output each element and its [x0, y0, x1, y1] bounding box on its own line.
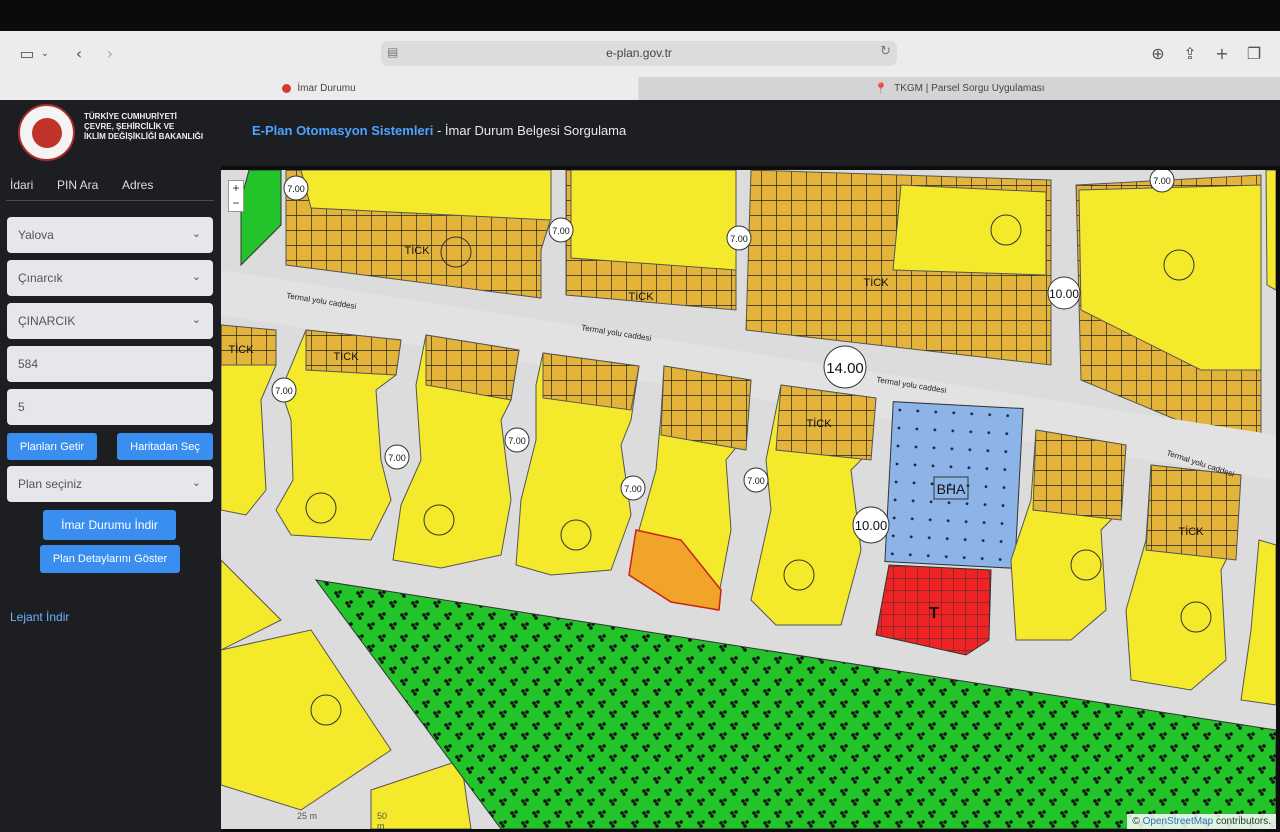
svg-text:BHA: BHA [937, 481, 966, 497]
svg-text:T: T [929, 605, 939, 622]
sidebar: İdari PIN Ara Adres Yalova ⌄ Çınarcık ⌄ … [0, 166, 221, 832]
svg-text:TİCK: TİCK [1178, 525, 1204, 538]
get-plans-button[interactable]: Planları Getir [7, 433, 97, 460]
browser-tab-bar: İmar Durumu 📍 TKGM | Parsel Sorgu Uygula… [0, 77, 1280, 100]
chevron-down-icon: ⌄ [191, 476, 201, 489]
back-icon[interactable]: ‹ [66, 41, 92, 65]
svg-text:TİCK: TİCK [863, 276, 889, 289]
zoom-out-icon[interactable]: − [229, 196, 243, 211]
select-from-map-button[interactable]: Haritadan Seç [117, 433, 213, 460]
browser-toolbar: ▭ ⌄ ‹ › ▤ e-plan.gov.tr ↻ ⊕ ⇪ + ❐ [0, 31, 1280, 78]
svg-text:7.00: 7.00 [1153, 176, 1171, 186]
sidebar-toggle-icon[interactable]: ▭ [14, 41, 40, 65]
tab-tkgm[interactable]: 📍 TKGM | Parsel Sorgu Uygulaması [639, 77, 1280, 100]
page-title: E-Plan Otomasyon Sistemleri - İmar Durum… [252, 123, 627, 138]
download-icon[interactable]: ⊕ [1145, 41, 1171, 65]
svg-text:7.00: 7.00 [552, 226, 570, 236]
svg-text:7.00: 7.00 [747, 476, 765, 486]
app-header: TÜRKİYE CUMHURİYETİ ÇEVRE, ŞEHİRCİLİK VE… [0, 100, 1280, 166]
province-select[interactable]: Yalova ⌄ [7, 217, 213, 253]
svg-text:10.00: 10.00 [855, 518, 888, 533]
svg-text:7.00: 7.00 [624, 484, 642, 494]
parcel-input[interactable]: 5 [7, 389, 213, 425]
forward-icon[interactable]: › [97, 41, 123, 65]
tab-pin-ara[interactable]: PIN Ara [57, 178, 98, 192]
url-bar[interactable]: ▤ e-plan.gov.tr ↻ [381, 41, 897, 66]
block-input[interactable]: 584 [7, 346, 213, 382]
plan-map[interactable]: 7.00 7.00 7.00 10.00 14.00 10.00 7.00 7.… [221, 170, 1276, 829]
chevron-down-icon: ⌄ [191, 313, 201, 326]
download-imar-button[interactable]: İmar Durumu İndir [43, 510, 176, 540]
favicon-icon [282, 84, 292, 93]
tab-idari[interactable]: İdari [10, 178, 33, 192]
scale-bar: 25 m 50 m [297, 811, 388, 829]
tab-adres[interactable]: Adres [122, 178, 153, 192]
tab-overview-icon[interactable]: ❐ [1241, 41, 1267, 65]
zoom-control[interactable]: + − [228, 180, 244, 212]
svg-text:TİCK: TİCK [404, 244, 430, 257]
svg-text:7.00: 7.00 [388, 453, 406, 463]
svg-text:TİCK: TİCK [228, 343, 254, 356]
chevron-down-icon[interactable]: ⌄ [38, 41, 52, 65]
chevron-down-icon: ⌄ [191, 227, 201, 240]
svg-text:14.00: 14.00 [826, 360, 864, 377]
reload-icon[interactable]: ↻ [880, 44, 891, 59]
download-legend-link[interactable]: Lejant İndir [10, 610, 69, 624]
svg-text:TİCK: TİCK [333, 350, 359, 363]
share-icon[interactable]: ⇪ [1177, 41, 1203, 65]
neighborhood-select[interactable]: ÇINARCIK ⌄ [7, 303, 213, 339]
svg-text:7.00: 7.00 [508, 436, 526, 446]
district-select[interactable]: Çınarcık ⌄ [7, 260, 213, 296]
ministry-logo [18, 104, 75, 161]
tab-label: İmar Durumu [297, 83, 356, 94]
residential-parcel [570, 170, 737, 271]
chevron-down-icon: ⌄ [191, 270, 201, 283]
tab-label: TKGM | Parsel Sorgu Uygulaması [894, 83, 1045, 94]
svg-text:7.00: 7.00 [275, 386, 293, 396]
osm-link[interactable]: OpenStreetMap [1143, 816, 1214, 827]
svg-text:7.00: 7.00 [287, 184, 305, 194]
search-tabs: İdari PIN Ara Adres [6, 176, 214, 201]
zoom-in-icon[interactable]: + [229, 181, 243, 196]
new-tab-icon[interactable]: + [1209, 41, 1235, 65]
screen-top-bar [0, 0, 1280, 31]
svg-text:7.00: 7.00 [730, 234, 748, 244]
location-pin-icon: 📍 [874, 82, 889, 95]
residential-parcel [892, 184, 1047, 276]
svg-text:TİCK: TİCK [628, 290, 654, 303]
map-canvas[interactable]: 7.00 7.00 7.00 10.00 14.00 10.00 7.00 7.… [221, 170, 1276, 829]
show-plan-details-button[interactable]: Plan Detaylarını Göster [40, 545, 180, 573]
svg-text:10.00: 10.00 [1049, 287, 1079, 301]
svg-text:TİCK: TİCK [806, 417, 832, 430]
tab-imar-durumu[interactable]: İmar Durumu [0, 77, 638, 100]
url-text: e-plan.gov.tr [606, 46, 672, 60]
plan-select[interactable]: Plan seçiniz ⌄ [7, 466, 213, 502]
map-attribution: © OpenStreetMap contributors. [1127, 814, 1276, 829]
ministry-name: TÜRKİYE CUMHURİYETİ ÇEVRE, ŞEHİRCİLİK VE… [84, 112, 204, 141]
